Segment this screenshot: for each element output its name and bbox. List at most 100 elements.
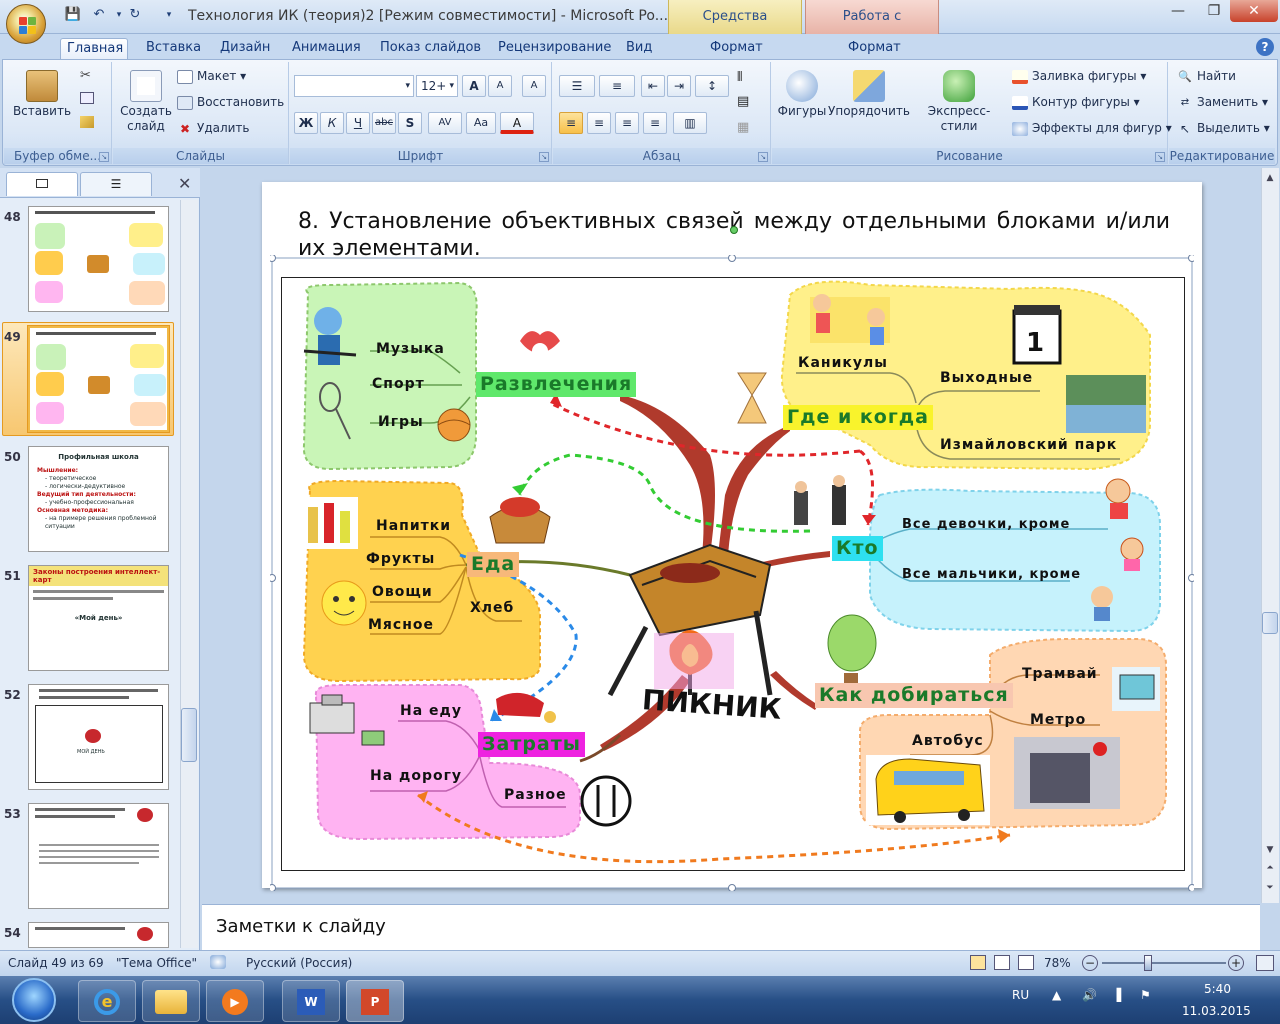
save-icon[interactable]: 💾 — [64, 6, 82, 24]
tab-animation[interactable]: Анимация — [286, 38, 367, 60]
slide-thumbnail-53[interactable] — [28, 803, 169, 909]
slide-scroll-thumb[interactable] — [1262, 612, 1278, 634]
font-size-combo[interactable]: 12+ ▾ — [416, 75, 458, 97]
rotate-handle[interactable] — [730, 226, 738, 234]
slide-thumbnail-50[interactable]: Профильная школа Мышление: - теоретическ… — [28, 446, 169, 552]
zoom-slider-thumb[interactable] — [1144, 955, 1152, 971]
align-text-icon[interactable]: ▤ — [737, 94, 749, 109]
zoom-out-icon[interactable]: − — [1082, 955, 1098, 971]
qat-customize-icon[interactable]: ▾ — [160, 6, 178, 24]
align-center-button[interactable]: ≡ — [587, 112, 611, 134]
tray-volume-icon[interactable]: 🔊 — [1082, 988, 1097, 1002]
strikethrough-button[interactable]: abc — [372, 112, 396, 134]
tray-language[interactable]: RU — [1012, 988, 1029, 1002]
scroll-down-icon[interactable]: ▼ — [1262, 842, 1278, 858]
shadow-button[interactable]: S — [398, 112, 422, 134]
select-button[interactable]: ↖ Выделить ▾ — [1177, 118, 1270, 138]
slide-thumbnail-48[interactable] — [28, 206, 169, 312]
quick-styles-button[interactable]: Экспресс-стили — [912, 70, 1006, 134]
bold-button[interactable]: Ж — [294, 112, 318, 134]
normal-view-icon[interactable] — [970, 955, 986, 970]
sorter-view-icon[interactable] — [994, 955, 1010, 970]
cut-icon[interactable]: ✂ — [80, 68, 91, 83]
replace-button[interactable]: ⇄ Заменить ▾ — [1177, 92, 1268, 112]
explorer-taskbar-icon[interactable] — [142, 980, 200, 1022]
clear-format-button[interactable]: A — [522, 75, 546, 97]
change-case-button[interactable]: Aa — [466, 112, 496, 134]
tray-network-icon[interactable]: ▐ — [1112, 988, 1121, 1002]
tab-view[interactable]: Вид — [620, 38, 658, 60]
tray-time[interactable]: 5:40 — [1204, 982, 1231, 996]
paste-button[interactable]: Вставить — [12, 70, 72, 119]
slides-pane-scrollbar[interactable] — [180, 200, 198, 948]
smartart-icon[interactable]: ▦ — [737, 120, 749, 135]
tab-insert[interactable]: Вставка — [140, 38, 207, 60]
slide-thumbnail-51[interactable]: Законы построения интеллект-карт «Мой де… — [28, 565, 169, 671]
shrink-font-button[interactable]: A — [488, 75, 512, 97]
previous-slide-icon[interactable]: ⏶ — [1262, 860, 1278, 876]
shape-fill-button[interactable]: Заливка фигуры ▾ — [1012, 66, 1146, 86]
underline-button[interactable]: Ч — [346, 112, 370, 134]
close-button[interactable]: ✕ — [1230, 0, 1278, 22]
restore-button[interactable]: ❐ — [1196, 0, 1232, 22]
slide-vertical-scrollbar[interactable] — [1261, 168, 1279, 903]
tab-outline-view[interactable]: ☰ — [80, 172, 152, 196]
next-slide-icon[interactable]: ⏷ — [1262, 880, 1278, 896]
shapes-button[interactable]: Фигуры — [776, 70, 828, 119]
status-theme[interactable]: "Тема Office" — [116, 956, 197, 970]
media-taskbar-icon[interactable]: ▶ — [206, 980, 264, 1022]
tab-design[interactable]: Дизайн — [214, 38, 276, 60]
format-painter-icon[interactable] — [80, 116, 94, 128]
font-color-button[interactable]: A — [500, 112, 534, 134]
copy-icon[interactable] — [80, 92, 94, 104]
text-direction-icon[interactable]: ⫴ — [737, 70, 742, 85]
increase-indent-button[interactable]: ⇥ — [667, 75, 691, 97]
find-button[interactable]: 🔍 Найти — [1177, 66, 1236, 86]
fit-slide-icon[interactable] — [1256, 955, 1274, 971]
delete-slide-button[interactable]: ✖ Удалить — [177, 118, 250, 138]
notes-placeholder[interactable]: Заметки к слайду — [216, 916, 386, 937]
slide-thumbnail-49[interactable] — [28, 326, 169, 432]
reset-button[interactable]: Восстановить — [177, 92, 284, 112]
slide-thumbnail-52[interactable]: МОЙ ДЕНЬ — [28, 684, 169, 790]
status-language[interactable]: Русский (Россия) — [246, 956, 352, 970]
tab-home[interactable]: Главная — [60, 38, 128, 60]
arrange-button[interactable]: Упорядочить — [828, 70, 910, 119]
office-button[interactable] — [6, 4, 46, 44]
tray-flag-icon[interactable]: ⚑ — [1140, 988, 1151, 1002]
clipboard-launcher-icon[interactable]: ↘ — [99, 152, 109, 162]
tab-slides-view[interactable] — [6, 172, 78, 196]
numbering-button[interactable]: ≡ — [599, 75, 635, 97]
undo-icon[interactable]: ↶ — [90, 6, 108, 24]
tab-format-picture[interactable]: Формат — [842, 38, 907, 60]
ie-taskbar-icon[interactable]: e — [78, 980, 136, 1022]
align-left-button[interactable]: ≡ — [559, 112, 583, 134]
tab-review[interactable]: Рецензирование — [492, 38, 617, 60]
slides-pane-scroll-thumb[interactable] — [181, 708, 197, 762]
slide-thumbnail-54[interactable] — [28, 922, 169, 948]
font-name-combo[interactable]: ▾ — [294, 75, 414, 97]
scroll-up-icon[interactable]: ▲ — [1262, 170, 1278, 186]
grow-font-button[interactable]: A — [462, 75, 486, 97]
font-launcher-icon[interactable]: ↘ — [539, 152, 549, 162]
slideshow-view-icon[interactable] — [1018, 955, 1034, 970]
help-icon[interactable]: ? — [1256, 38, 1274, 56]
redo-icon[interactable]: ↻ — [126, 6, 144, 24]
word-taskbar-icon[interactable]: W — [282, 980, 340, 1022]
line-spacing-button[interactable]: ↕ — [695, 75, 729, 97]
bullets-button[interactable]: ☰ — [559, 75, 595, 97]
shape-outline-button[interactable]: Контур фигуры ▾ — [1012, 92, 1140, 112]
columns-button[interactable]: ▥ — [673, 112, 707, 134]
drawing-launcher-icon[interactable]: ↘ — [1155, 152, 1165, 162]
shape-effects-button[interactable]: Эффекты для фигур ▾ — [1012, 118, 1172, 138]
new-slide-button[interactable]: Создать слайд — [117, 70, 175, 134]
paragraph-launcher-icon[interactable]: ↘ — [758, 152, 768, 162]
tray-date[interactable]: 11.03.2015 — [1182, 1004, 1251, 1018]
zoom-level[interactable]: 78% — [1044, 956, 1071, 970]
align-right-button[interactable]: ≡ — [615, 112, 639, 134]
zoom-in-icon[interactable]: + — [1228, 955, 1244, 971]
justify-button[interactable]: ≡ — [643, 112, 667, 134]
slide-title[interactable]: 8. Установление объективных связей между… — [298, 208, 1170, 262]
spellcheck-icon[interactable] — [210, 955, 226, 969]
italic-button[interactable]: К — [320, 112, 344, 134]
